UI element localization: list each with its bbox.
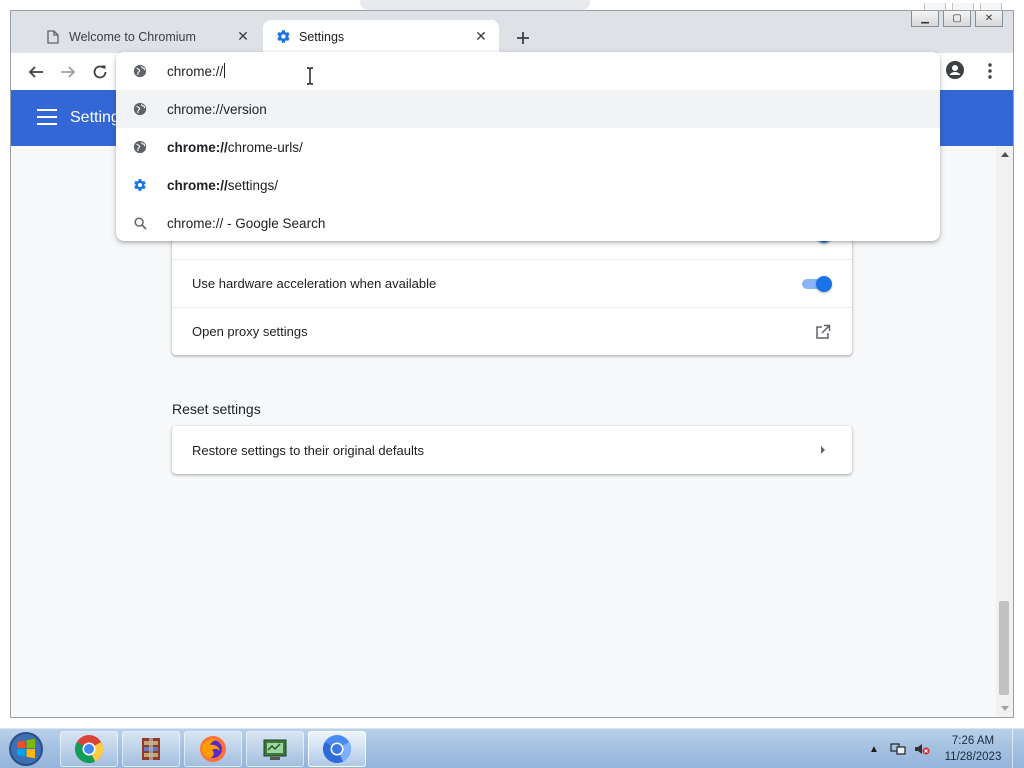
chevron-right-icon bbox=[814, 441, 832, 459]
window-controls: ▁ ▢ ✕ bbox=[911, 11, 1003, 27]
search-icon bbox=[132, 215, 148, 231]
more-vert-icon bbox=[988, 63, 992, 79]
start-button[interactable] bbox=[4, 730, 48, 768]
reload-button[interactable] bbox=[87, 59, 113, 85]
scrollbar-thumb[interactable] bbox=[999, 601, 1009, 695]
close-icon[interactable]: ✕ bbox=[235, 28, 251, 45]
suggestion-item[interactable]: chrome://settings/ bbox=[116, 166, 940, 204]
forward-arrow-icon bbox=[61, 66, 76, 78]
hardware-acceleration-toggle[interactable] bbox=[800, 276, 832, 292]
tab-label: Settings bbox=[299, 29, 345, 44]
row-label: Restore settings to their original defau… bbox=[192, 442, 424, 458]
taskbar-chrome-button[interactable] bbox=[60, 731, 118, 767]
chromium-icon bbox=[323, 735, 351, 763]
maximize-button[interactable]: ▢ bbox=[943, 11, 971, 27]
gear-icon bbox=[275, 29, 291, 45]
taskbar: ▲ 7:26 AM 11/28/2023 bbox=[0, 728, 1024, 768]
system-tray: ▲ bbox=[866, 729, 930, 768]
taskbar-clock[interactable]: 7:26 AM 11/28/2023 bbox=[940, 733, 1006, 765]
text-caret bbox=[224, 63, 226, 78]
tab-settings[interactable]: Settings ✕ bbox=[263, 20, 499, 53]
row-label: Use hardware acceleration when available bbox=[192, 276, 437, 291]
new-tab-button[interactable] bbox=[511, 26, 535, 50]
taskbar-network-app-button[interactable] bbox=[246, 731, 304, 767]
globe-icon bbox=[132, 63, 148, 79]
volume-muted-icon[interactable] bbox=[914, 741, 930, 757]
scroll-down-arrow[interactable] bbox=[1001, 706, 1009, 711]
windows-logo-icon bbox=[9, 732, 43, 766]
tab-welcome[interactable]: Welcome to Chromium ✕ bbox=[21, 20, 261, 53]
close-icon[interactable]: ✕ bbox=[473, 28, 489, 45]
page-icon bbox=[45, 29, 61, 45]
show-desktop-button[interactable] bbox=[1012, 729, 1024, 768]
hamburger-menu-icon[interactable] bbox=[37, 109, 57, 127]
account-icon bbox=[946, 61, 964, 79]
omnibox-dropdown: chrome:// chrome://version chrome://chro… bbox=[116, 52, 940, 241]
taskbar-chromium-button[interactable] bbox=[308, 731, 366, 767]
suggestion-item[interactable]: chrome:// - Google Search bbox=[116, 204, 940, 242]
close-window-button[interactable]: ✕ bbox=[975, 11, 1003, 27]
row-label: Open proxy settings bbox=[192, 324, 308, 339]
settings-row-hardware-acceleration[interactable]: Use hardware acceleration when available bbox=[172, 259, 852, 307]
profile-button[interactable] bbox=[945, 60, 967, 82]
back-arrow-icon bbox=[28, 66, 43, 78]
clock-time: 7:26 AM bbox=[951, 735, 995, 747]
minimize-button[interactable]: ▁ bbox=[911, 11, 939, 27]
reset-section-title: Reset settings bbox=[172, 401, 261, 417]
back-button[interactable] bbox=[23, 59, 49, 85]
gear-icon bbox=[132, 177, 148, 193]
taskbar-firefox-button[interactable] bbox=[184, 731, 242, 767]
suggestion-text: chrome://settings/ bbox=[167, 177, 279, 193]
omnibox-input-row[interactable]: chrome:// bbox=[116, 52, 940, 90]
reload-icon bbox=[93, 65, 107, 79]
suggestion-text: chrome:// - Google Search bbox=[167, 215, 326, 231]
globe-icon bbox=[132, 101, 148, 117]
external-link-icon[interactable] bbox=[814, 323, 832, 341]
network-app-icon bbox=[263, 739, 287, 760]
tab-strip: Welcome to Chromium ✕ Settings ✕ ▁ ▢ ✕ bbox=[11, 11, 1013, 53]
page-scrollbar[interactable] bbox=[996, 146, 1013, 717]
globe-icon bbox=[132, 139, 148, 155]
tab-label: Welcome to Chromium bbox=[69, 29, 196, 44]
plus-icon bbox=[517, 32, 529, 44]
forward-button[interactable] bbox=[55, 59, 81, 85]
address-bar-input[interactable]: chrome:// bbox=[167, 63, 226, 79]
suggestion-text: chrome://version bbox=[167, 101, 267, 117]
browser-menu-button[interactable] bbox=[979, 60, 1001, 82]
text-cursor-icon bbox=[307, 67, 313, 85]
reset-settings-card: Restore settings to their original defau… bbox=[172, 426, 852, 474]
scroll-up-arrow[interactable] bbox=[1001, 152, 1009, 157]
firefox-icon bbox=[200, 736, 226, 762]
taskbar-archive-button[interactable] bbox=[122, 731, 180, 767]
clock-date: 11/28/2023 bbox=[944, 751, 1002, 763]
suggestion-item[interactable]: chrome://chrome-urls/ bbox=[116, 128, 940, 166]
network-icon[interactable] bbox=[890, 741, 906, 757]
chrome-icon bbox=[75, 735, 103, 763]
suggestion-text: chrome://chrome-urls/ bbox=[167, 139, 303, 155]
background-window-edge bbox=[360, 0, 590, 10]
suggestion-item[interactable]: chrome://version bbox=[116, 90, 940, 128]
archive-icon bbox=[142, 738, 160, 760]
restore-defaults-row[interactable]: Restore settings to their original defau… bbox=[172, 426, 852, 474]
settings-row-proxy[interactable]: Open proxy settings bbox=[172, 307, 852, 355]
background-window-controls bbox=[924, 0, 1024, 12]
show-hidden-icons-icon[interactable]: ▲ bbox=[866, 741, 882, 757]
